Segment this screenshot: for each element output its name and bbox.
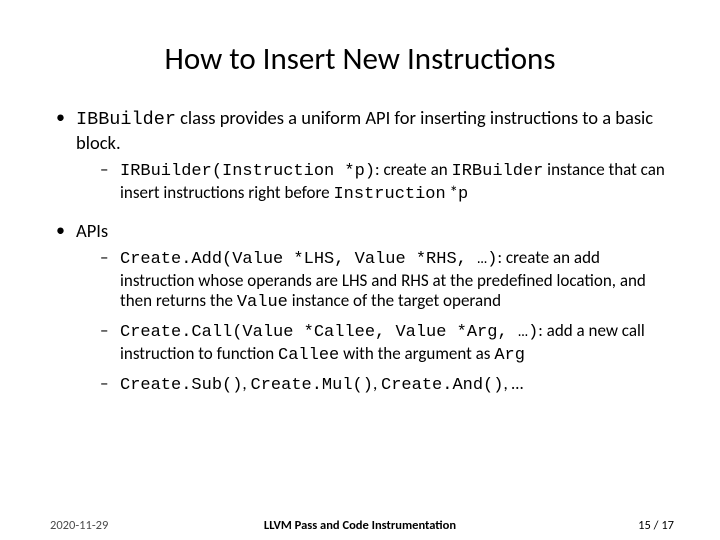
- code-text: IRBuilder: [452, 162, 544, 181]
- code-text: p: [458, 185, 468, 204]
- code-text: IRBuilder(Instruction *p): [120, 162, 375, 181]
- footer-page-number: 15 / 17: [638, 518, 674, 533]
- body-text: *: [446, 182, 458, 203]
- code-text: Create.Mul(): [251, 376, 373, 395]
- body-text: : create an: [375, 159, 451, 180]
- page-current: 15: [638, 518, 651, 533]
- code-text: Instruction: [333, 185, 445, 204]
- bullet-ibbuilder: IBBuilder class provides a uniform API f…: [50, 106, 670, 205]
- body-text: ,: [242, 373, 250, 394]
- body-text: APIs: [76, 219, 108, 242]
- page-total: 17: [661, 518, 674, 533]
- code-text: Create.And(): [381, 376, 503, 395]
- body-text: with the argument as: [339, 343, 494, 364]
- code-text: Create.Sub(): [120, 376, 242, 395]
- body-text: instance of the target operand: [288, 290, 501, 311]
- body-text: ,: [373, 373, 381, 394]
- subbullet-create-others: Create.Sub(), Create.Mul(), Create.And()…: [98, 374, 670, 396]
- code-text: Create.Call(Value *Callee, Value *Arg, ……: [120, 323, 538, 342]
- code-text: Create.Add(Value *LHS, Value *RHS, …): [120, 250, 497, 269]
- code-text: Value: [237, 293, 288, 312]
- page-sep: /: [651, 518, 661, 533]
- footer-title: LLVM Pass and Code Instrumentation: [0, 518, 720, 533]
- code-text: Callee: [278, 346, 339, 365]
- subbullet-create-call: Create.Call(Value *Callee, Value *Arg, ……: [98, 321, 670, 366]
- body-text: , …: [503, 373, 523, 394]
- bullet-apis: APIs Create.Add(Value *LHS, Value *RHS, …: [50, 219, 670, 396]
- slide-title: How to Insert New Instructions: [50, 40, 670, 78]
- slide-body: IBBuilder class provides a uniform API f…: [50, 106, 670, 397]
- slide: How to Insert New Instructions IBBuilder…: [0, 0, 720, 540]
- code-text: IBBuilder: [76, 109, 176, 130]
- subbullet-irbuilder-ctor: IRBuilder(Instruction *p): create an IRB…: [98, 160, 670, 205]
- subbullet-create-add: Create.Add(Value *LHS, Value *RHS, …): c…: [98, 248, 670, 313]
- code-text: Arg: [494, 346, 525, 365]
